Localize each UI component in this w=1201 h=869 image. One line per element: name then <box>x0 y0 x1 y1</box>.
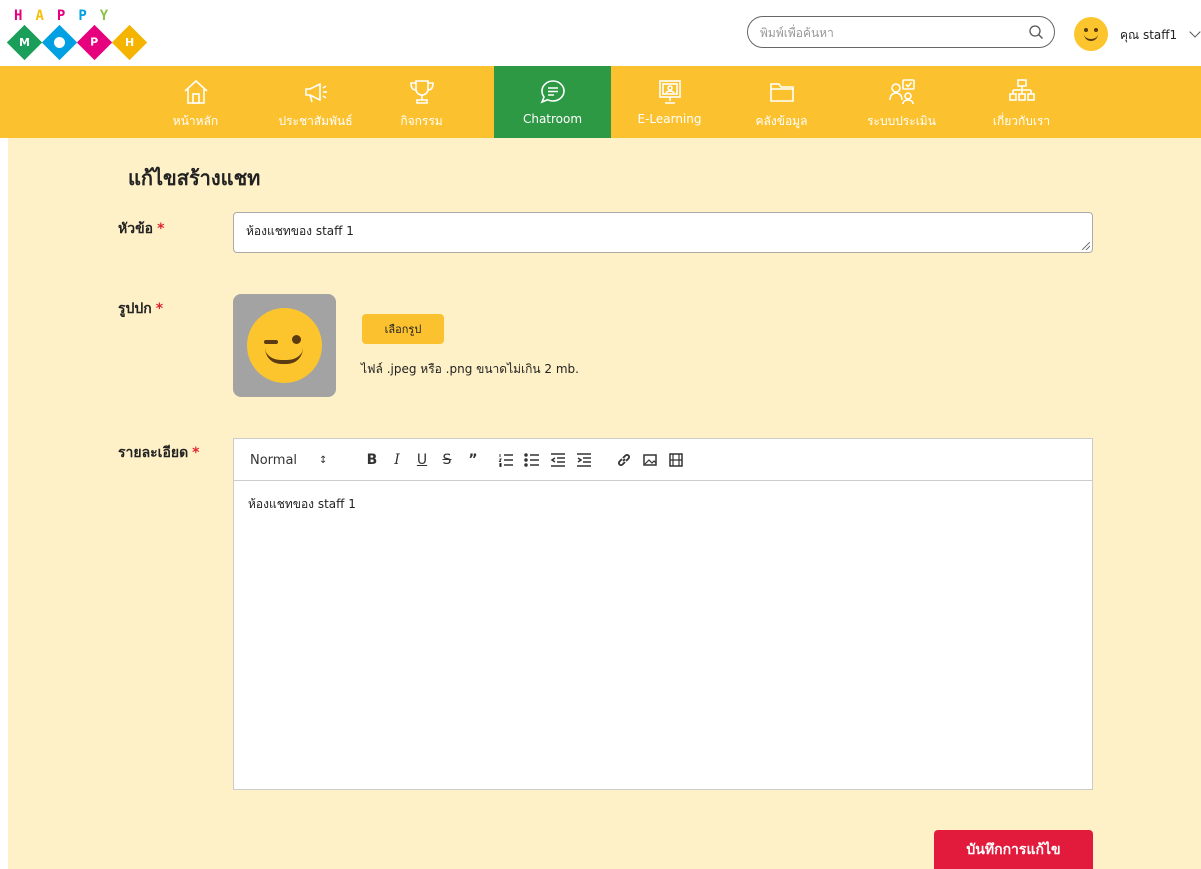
detail-label: รายละเอียด * <box>118 445 200 461</box>
italic-icon[interactable]: I <box>389 451 405 469</box>
trophy-icon <box>409 80 434 104</box>
editor-toolbar: Normal ↕ B I U S ” <box>234 439 1092 481</box>
editor-content[interactable]: ห้องแชทของ staff 1 <box>234 481 1092 528</box>
cover-image-preview <box>233 294 336 397</box>
page-title: แก้ไขสร้างแชท <box>128 166 261 190</box>
topic-field <box>233 212 1093 253</box>
search-input[interactable] <box>760 23 1010 43</box>
outdent-icon[interactable] <box>550 451 566 469</box>
folder-icon <box>769 83 794 102</box>
nav-item-chatroom[interactable]: Chatroom <box>494 66 611 138</box>
link-icon[interactable] <box>616 451 632 469</box>
username[interactable]: คุณ staff1 <box>1120 26 1177 45</box>
logo-moph-diamonds: M P H <box>6 24 150 61</box>
underline-icon[interactable]: U <box>414 451 430 469</box>
chat-icon <box>540 80 565 104</box>
nav-item-data-archive[interactable]: คลังข้อมูล <box>730 66 833 138</box>
ordered-list-icon[interactable] <box>498 451 514 469</box>
choose-image-button[interactable]: เลือกรูป <box>362 314 444 344</box>
main-nav: หน้าหลัก ประชาสัมพันธ์ กิจกรรม Chatroom … <box>0 66 1201 138</box>
topic-label: หัวข้อ * <box>118 221 165 237</box>
bullet-list-icon[interactable] <box>524 451 540 469</box>
nav-item-about[interactable]: เกี่ยวกับเรา <box>970 66 1073 138</box>
search-box <box>747 16 1055 48</box>
org-chart-icon <box>1008 79 1035 101</box>
resize-handle-icon[interactable] <box>1082 242 1090 250</box>
avatar[interactable] <box>1074 17 1108 51</box>
strikethrough-icon[interactable]: S <box>439 451 455 469</box>
nav-item-elearning[interactable]: E-Learning <box>618 66 721 138</box>
indent-icon[interactable] <box>576 451 592 469</box>
top-bar: HAPPY M P H คุณ staff1 <box>0 0 1201 66</box>
video-icon[interactable] <box>668 451 684 469</box>
logo-happy-letters: HAPPY <box>14 8 109 24</box>
edit-chat-form: แก้ไขสร้างแชท หัวข้อ* รูปปก* เลือกรูป ไฟ… <box>8 138 1201 869</box>
winking-face-icon <box>247 308 322 383</box>
happy-moph-logo[interactable]: HAPPY M P H <box>6 8 150 64</box>
required-mark: * <box>155 301 164 317</box>
save-button[interactable]: บันทึกการแก้ไข <box>934 830 1093 869</box>
blockquote-icon[interactable]: ” <box>464 451 482 469</box>
home-icon <box>183 79 208 104</box>
megaphone-icon <box>304 82 327 103</box>
required-mark: * <box>157 221 165 237</box>
bold-icon[interactable]: B <box>364 451 380 469</box>
search-icon[interactable] <box>1028 24 1044 40</box>
rich-text-editor: Normal ↕ B I U S ” ห้องแชทของ staff 1 <box>233 438 1093 790</box>
nav-item-home[interactable]: หน้าหลัก <box>144 66 247 138</box>
nav-item-activities[interactable]: กิจกรรม <box>370 66 473 138</box>
nav-item-announcements[interactable]: ประชาสัมพันธ์ <box>264 66 367 138</box>
file-hint: ไฟล์ .jpeg หรือ .png ขนาดไม่เกิน 2 mb. <box>361 362 579 376</box>
format-select[interactable]: Normal ↕ <box>250 451 327 469</box>
chevron-down-icon[interactable] <box>1189 26 1201 38</box>
monitor-icon <box>658 80 681 104</box>
cover-label: รูปปก * <box>118 301 164 317</box>
topic-input[interactable] <box>234 213 1092 252</box>
evaluation-icon <box>888 79 915 105</box>
required-mark: * <box>192 445 200 461</box>
image-icon[interactable] <box>642 451 658 469</box>
nav-item-evaluation[interactable]: ระบบประเมิน <box>850 66 953 138</box>
